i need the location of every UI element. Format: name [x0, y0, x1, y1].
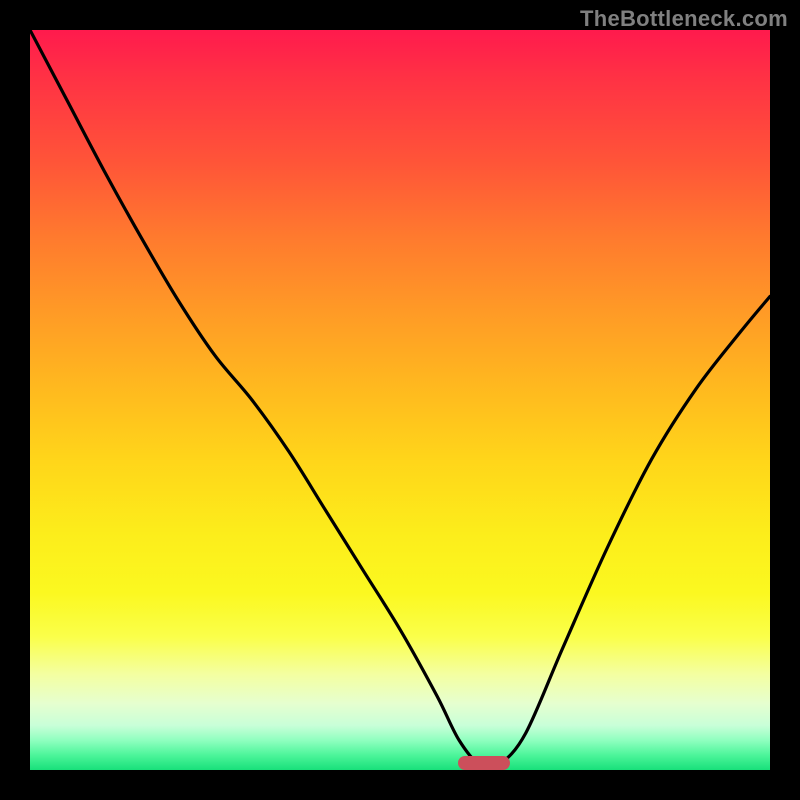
plot-area — [30, 30, 770, 770]
optimal-marker — [458, 756, 510, 770]
watermark-text: TheBottleneck.com — [580, 6, 788, 32]
background-gradient — [30, 30, 770, 770]
chart-frame: TheBottleneck.com — [0, 0, 800, 800]
